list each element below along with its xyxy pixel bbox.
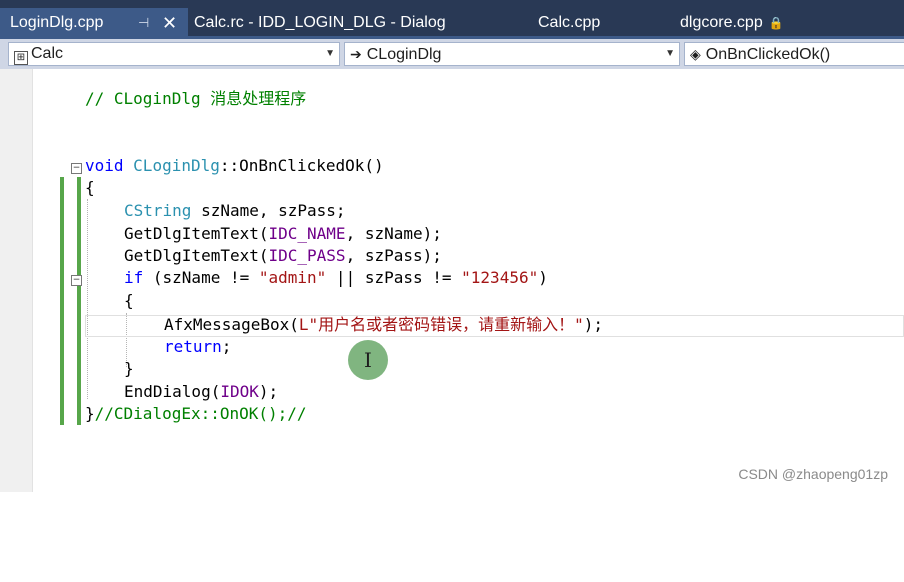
code-line: GetDlgItemText(IDC_PASS, szPass); <box>124 246 442 265</box>
code-line: }//CDialogEx::OnOK();// <box>85 404 307 423</box>
project-label: Calc <box>31 45 64 62</box>
chevron-down-icon[interactable]: ▼ <box>325 43 335 65</box>
collapse-icon[interactable]: − <box>71 275 82 286</box>
code-editor[interactable]: − − // CLoginDlg 消息处理程序 void CLoginDlg::… <box>33 69 904 492</box>
change-bar <box>77 177 81 425</box>
tab-logindlg-cpp[interactable]: LoginDlg.cpp ⊣ ✕ <box>0 8 188 38</box>
tab-label: dlgcore.cpp <box>680 14 763 31</box>
project-icon: ⊞ <box>14 51 28 65</box>
code-line: EndDialog(IDOK); <box>124 382 279 401</box>
tab-calc-rc-dialog[interactable]: Calc.rc - IDD_LOGIN_DLG - Dialog <box>190 8 494 38</box>
code-line: CString szName, szPass; <box>124 201 346 220</box>
navigation-bar: ⊞ Calc ▼ ➔ CLoginDlg ▼ ◈ OnBnClickedOk() <box>0 39 904 69</box>
method-icon: ◈ <box>690 46 701 62</box>
tab-calc-cpp[interactable]: Calc.cpp <box>538 8 600 38</box>
code-line: { <box>85 178 95 197</box>
indent-guide <box>87 199 89 399</box>
chevron-down-icon[interactable]: ▼ <box>665 43 675 65</box>
class-label: CLoginDlg <box>366 46 442 63</box>
code-line: // CLoginDlg 消息处理程序 <box>85 89 307 108</box>
code-text: // CLoginDlg 消息处理程序 void CLoginDlg::OnBn… <box>33 69 603 582</box>
pin-icon[interactable]: ⊣ <box>138 8 149 38</box>
code-line: GetDlgItemText(IDC_NAME, szName); <box>124 224 442 243</box>
code-line: AfxMessageBox(L"用户名或者密码错误，请重新输入！"); <box>164 315 604 334</box>
collapse-icon[interactable]: − <box>71 163 82 174</box>
code-line: return; <box>164 337 232 356</box>
close-icon[interactable]: ✕ <box>162 8 177 38</box>
code-line: void CLoginDlg::OnBnClickedOk() <box>85 156 384 175</box>
watermark: CSDN @zhaopeng01zp <box>738 466 888 482</box>
method-dropdown[interactable]: ◈ OnBnClickedOk() <box>684 42 904 66</box>
tab-label: Calc.cpp <box>538 14 601 31</box>
method-label: OnBnClickedOk() <box>705 46 831 63</box>
code-line: if (szName != "admin" || szPass != "1234… <box>124 268 548 287</box>
document-tab-strip: LoginDlg.cpp ⊣ ✕ Calc.rc - IDD_LOGIN_DLG… <box>0 0 904 38</box>
tab-label: Calc.rc - IDD_LOGIN_DLG - Dialog <box>194 14 446 31</box>
tab-dlgcore-cpp[interactable]: dlgcore.cpp 🔒 <box>680 8 784 38</box>
ibeam-cursor-icon: I <box>364 348 372 372</box>
code-line: } <box>124 359 134 378</box>
tab-label: LoginDlg.cpp <box>10 14 104 31</box>
project-dropdown[interactable]: ⊞ Calc ▼ <box>8 42 340 66</box>
class-dropdown[interactable]: ➔ CLoginDlg ▼ <box>344 42 680 66</box>
editor-gutter <box>0 69 33 492</box>
class-icon: ➔ <box>350 46 362 62</box>
code-line: { <box>124 291 134 310</box>
lock-icon: 🔒 <box>768 16 784 30</box>
